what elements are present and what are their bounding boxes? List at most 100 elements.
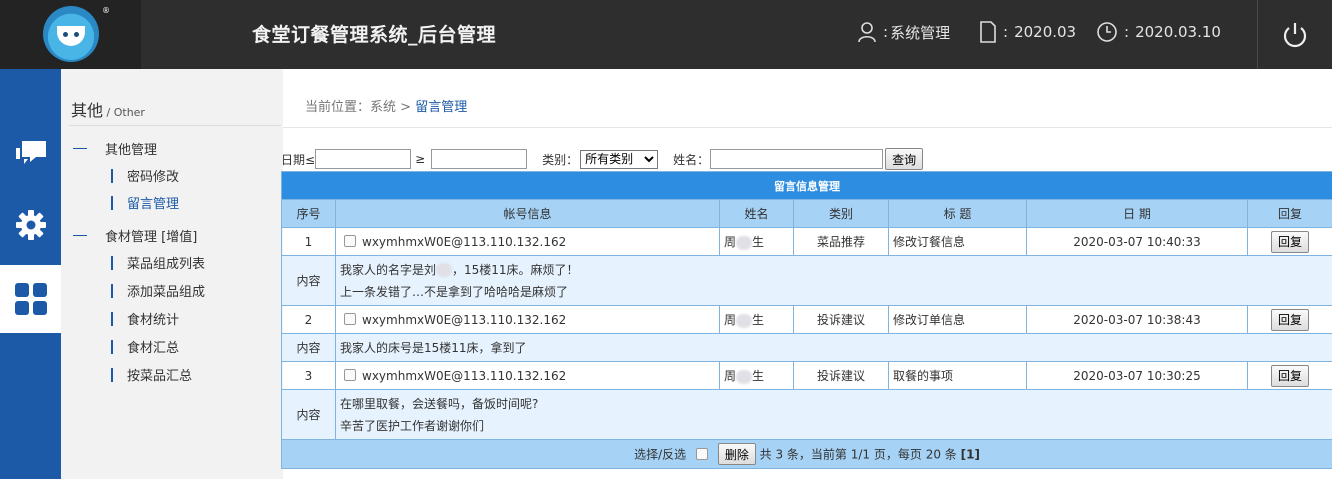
module-messages[interactable] — [0, 120, 61, 188]
content-label: 内容 — [281, 255, 336, 306]
table-row: 1 wxymhmxW0E@113.110.132.162 周生 菜品推荐 修改订… — [281, 227, 1332, 256]
name-label: 姓名： — [673, 152, 710, 167]
date-cell: 2020-03-07 10:30:25 — [1026, 361, 1248, 390]
content-text: 在哪里取餐，会送餐吗，备饭时间呢? 辛苦了医护工作者谢谢你们 — [334, 389, 1332, 440]
col-header: 回复 — [1246, 199, 1332, 228]
month-label: 2020.03 — [1014, 23, 1077, 41]
row-checkbox[interactable] — [344, 368, 356, 381]
breadcrumb: 当前位置：系统 > 留言管理 — [305, 96, 467, 115]
app-title: 食堂订餐管理系统_后台管理 — [252, 24, 497, 46]
current-date: : 2020.03.10 — [1096, 20, 1221, 44]
reply-cell: 回复 — [1246, 305, 1332, 334]
reply-button[interactable]: 回复 — [1271, 230, 1310, 253]
category-cell: 投诉建议 — [793, 361, 889, 390]
sidebar-item-by-dish[interactable]: 按菜品汇总 — [111, 365, 192, 384]
category-select[interactable]: 所有类别 — [580, 149, 659, 169]
sidebar-item-label: 添加菜品组成 — [127, 285, 206, 300]
logo-area: ® — [0, 0, 141, 69]
col-header: 标 题 — [888, 199, 1027, 228]
date-to-input[interactable] — [315, 149, 412, 169]
row-checkbox[interactable] — [344, 234, 356, 247]
name-cell: 周生 — [719, 227, 794, 256]
filter-bar: 日期≤ ≥ 类别： 所有类别 姓名： 查询 — [281, 148, 924, 170]
pagination-summary: 共 3 条，当前第 1/1 页，每页 20 条 — [759, 447, 957, 462]
sidebar-item-password[interactable]: 密码修改 — [111, 166, 179, 185]
row-number: 1 — [281, 227, 336, 256]
query-button[interactable]: 查询 — [885, 148, 924, 170]
reply-button[interactable]: 回复 — [1271, 364, 1310, 387]
reply-cell: 回复 — [1246, 361, 1332, 390]
name-last: 生 — [752, 235, 765, 249]
select-all-checkbox[interactable] — [696, 447, 708, 460]
date-cell: 2020-03-07 10:38:43 — [1026, 305, 1248, 334]
power-icon — [1283, 22, 1307, 47]
divider — [69, 125, 281, 126]
bar-mark — [111, 283, 113, 298]
content-line: 辛苦了医护工作者谢谢你们 — [340, 418, 485, 433]
name-input[interactable] — [710, 149, 884, 169]
name-last: 生 — [752, 369, 765, 383]
content-line: 上一条发错了…不是拿到了哈哈哈是麻烦了 — [340, 284, 569, 299]
account-cell: wxymhmxW0E@113.110.132.162 — [335, 305, 720, 334]
title-cell: 取餐的事项 — [888, 361, 1027, 390]
page-link[interactable]: [1] — [961, 448, 980, 462]
sidebar-item-dish-list[interactable]: 菜品组成列表 — [111, 253, 205, 272]
pagination-bar: 选择/反选 删除 共 3 条，当前第 1/1 页，每页 20 条 [1] — [280, 439, 1332, 469]
sidebar-item-messages[interactable]: 留言管理 — [111, 193, 179, 212]
bar-mark — [111, 255, 113, 270]
grid-icon — [14, 283, 47, 315]
account-cell: wxymhmxW0E@113.110.132.162 — [335, 361, 720, 390]
content-text: 我家人的床号是15楼11床，拿到了 — [334, 333, 1332, 362]
colon: : — [1003, 23, 1009, 41]
sidebar-group-label: 其他管理 — [105, 143, 158, 158]
logout-button[interactable] — [1257, 0, 1332, 69]
redacted-name — [736, 235, 753, 250]
reply-button[interactable]: 回复 — [1271, 308, 1310, 331]
module-other[interactable] — [0, 265, 61, 333]
sidebar-item-stats[interactable]: 食材统计 — [111, 309, 179, 328]
sidebar-item-summary[interactable]: 食材汇总 — [111, 337, 179, 356]
module-settings[interactable] — [0, 191, 61, 259]
title-cell: 修改订单信息 — [888, 305, 1027, 334]
user-icon — [858, 22, 876, 43]
breadcrumb-current: 留言管理 — [415, 100, 468, 115]
select-all-label: 选择/反选 — [634, 447, 687, 462]
date-label: 2020.03.10 — [1135, 23, 1221, 41]
table-footer: 选择/反选 删除 共 3 条，当前第 1/1 页，每页 20 条 [1] — [280, 439, 1332, 469]
account-text: wxymhmxW0E@113.110.132.162 — [362, 312, 567, 327]
sidebar-heading-text: 其他 — [71, 101, 104, 120]
table-header-row: 序号 帐号信息 姓名 类别 标 题 日 期 回复 — [281, 199, 1332, 228]
sidebar-heading: 其他 / Other — [71, 97, 145, 121]
content-line: 在哪里取餐，会送餐吗，备饭时间呢? — [340, 396, 539, 411]
row-checkbox[interactable] — [344, 312, 356, 325]
sidebar: 其他 / Other 其他管理 密码修改 留言管理 食材管理 [增值] 菜品组成… — [61, 69, 283, 479]
divider — [283, 127, 1332, 128]
content-row: 内容 我家人的名字是刘 ，15楼11床。麻烦了！ 上一条发错了…不是拿到了哈哈哈是… — [281, 255, 1332, 306]
breadcrumb-prefix[interactable]: 当前位置：系统 — [305, 100, 396, 115]
current-user[interactable]: : 系统管理 — [857, 20, 950, 44]
colon: : — [883, 23, 889, 41]
sidebar-group-other[interactable]: 其他管理 — [73, 139, 157, 158]
document-icon — [980, 21, 996, 43]
col-header: 序号 — [281, 199, 336, 228]
bar-mark — [111, 311, 113, 326]
table-row: 3 wxymhmxW0E@113.110.132.162 周生 投诉建议 取餐的… — [281, 361, 1332, 390]
sidebar-item-label: 密码修改 — [127, 170, 180, 185]
date-from-input[interactable] — [431, 149, 528, 169]
col-header: 日 期 — [1026, 199, 1248, 228]
delete-button[interactable]: 删除 — [717, 443, 756, 465]
sidebar-item-add-dish[interactable]: 添加菜品组成 — [111, 281, 205, 300]
sidebar-item-label: 留言管理 — [127, 197, 180, 212]
account-cell: wxymhmxW0E@113.110.132.162 — [335, 227, 720, 256]
redacted-name — [736, 369, 753, 384]
category-label: 类别： — [542, 152, 579, 167]
col-header: 类别 — [793, 199, 889, 228]
colon: : — [1124, 23, 1130, 41]
category-cell: 菜品推荐 — [793, 227, 889, 256]
chat-icon — [15, 141, 46, 164]
bar-mark — [111, 195, 113, 210]
logo-eye-left — [63, 32, 68, 37]
reply-cell: 回复 — [1246, 227, 1332, 256]
sidebar-group-ingredients[interactable]: 食材管理 [增值] — [73, 226, 197, 245]
logo[interactable] — [43, 6, 99, 62]
